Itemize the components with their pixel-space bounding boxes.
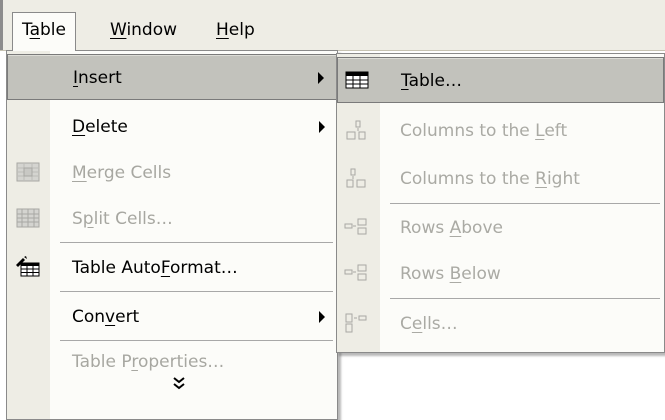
merge-cells-icon bbox=[15, 161, 41, 183]
menubar-window-label-b: indow bbox=[126, 20, 178, 40]
submenu-cells-label-accel: e bbox=[411, 314, 423, 334]
menu-item-convert-label-accel: v bbox=[105, 307, 116, 327]
submenu-rows-above-label-b: bove bbox=[461, 218, 503, 238]
submenu-columns-left-label-b: eft bbox=[544, 121, 568, 141]
submenu-rows-below-label-b: elow bbox=[461, 264, 501, 284]
menu-item-split-label-a: S bbox=[72, 209, 83, 229]
submenu-columns-left-label-a: Columns to the bbox=[400, 121, 536, 141]
menu-item-autoformat-label-b: ormat… bbox=[170, 258, 238, 278]
submenu-rows-above-label-accel: A bbox=[449, 218, 462, 238]
submenu-table-label-accel: T bbox=[401, 71, 409, 91]
submenu-table-label-b: able… bbox=[408, 71, 462, 91]
expand-menu-chevron-icon[interactable] bbox=[172, 376, 186, 395]
submenu-item-columns-left[interactable]: Columns to the Left bbox=[337, 108, 664, 154]
submenu-item-rows-below[interactable]: Rows Below bbox=[337, 251, 664, 297]
split-cells-icon bbox=[15, 207, 41, 229]
menu-item-delete[interactable]: Delete bbox=[7, 104, 337, 150]
submenu-separator bbox=[390, 203, 660, 204]
menu-item-delete-label-accel: D bbox=[72, 117, 86, 137]
menubar-window[interactable]: Window bbox=[101, 12, 186, 48]
menu-item-convert[interactable]: Convert bbox=[7, 294, 337, 340]
submenu-columns-right-label-a: Columns to the bbox=[400, 169, 536, 189]
menu-item-merge-label-accel: M bbox=[72, 163, 87, 183]
submenu-columns-left-label-accel: L bbox=[535, 121, 545, 141]
submenu-arrow-icon bbox=[318, 72, 324, 84]
menu-item-convert-label-b: ert bbox=[115, 307, 140, 327]
menu-item-split-label-b: lit Cells… bbox=[93, 209, 173, 229]
menu-bar: Table Window Help bbox=[0, 0, 665, 51]
submenu-separator bbox=[390, 298, 660, 299]
menu-item-properties-label-b: operties… bbox=[137, 352, 225, 372]
submenu-item-rows-above[interactable]: Rows Above bbox=[337, 205, 664, 251]
menu-item-merge-label-b: erge Cells bbox=[86, 163, 172, 183]
menu-item-delete-label-b: elete bbox=[85, 117, 128, 137]
menu-item-split-cells[interactable]: Split Cells… bbox=[7, 196, 337, 242]
table-menu: Insert Delete Merge Cells Split Cells… T… bbox=[6, 50, 338, 420]
insert-cells-icon bbox=[343, 312, 369, 334]
menu-item-convert-label-a: Con bbox=[72, 307, 106, 327]
submenu-columns-right-label-b: ight bbox=[546, 169, 580, 189]
menubar-table[interactable]: Table bbox=[12, 12, 76, 51]
menubar-window-label-accel: W bbox=[110, 20, 127, 40]
menu-item-insert[interactable]: Insert bbox=[7, 54, 337, 100]
submenu-rows-below-label-accel: B bbox=[449, 264, 462, 284]
insert-submenu: Table… Columns to the Left Columns to th… bbox=[336, 53, 665, 353]
table-autoformat-icon bbox=[15, 256, 41, 278]
menu-item-autoformat-label-accel: F bbox=[160, 258, 171, 278]
submenu-item-table[interactable]: Table… bbox=[337, 57, 664, 103]
submenu-rows-below-label-a: Rows bbox=[400, 264, 450, 284]
submenu-cells-label-a: C bbox=[400, 314, 412, 334]
menu-item-properties-label-accel: r bbox=[131, 352, 138, 372]
menu-separator bbox=[60, 291, 333, 292]
menu-item-insert-label-b: nsert bbox=[78, 68, 122, 88]
columns-left-icon bbox=[343, 119, 369, 141]
menu-item-split-label-accel: p bbox=[82, 209, 94, 229]
menubar-table-label-b: ble bbox=[40, 20, 66, 40]
submenu-arrow-icon bbox=[319, 121, 325, 133]
menubar-help-label-b: elp bbox=[228, 20, 255, 40]
menu-item-merge-cells[interactable]: Merge Cells bbox=[7, 150, 337, 196]
submenu-item-columns-right[interactable]: Columns to the Right bbox=[337, 156, 664, 202]
columns-right-icon bbox=[343, 167, 369, 189]
menubar-help[interactable]: Help bbox=[207, 12, 264, 48]
submenu-cells-label-b: lls… bbox=[422, 314, 458, 334]
menubar-table-label-a: T bbox=[22, 20, 30, 40]
menu-separator bbox=[60, 340, 333, 341]
menubar-help-label-accel: H bbox=[216, 20, 229, 40]
menu-item-properties-label-a: Table P bbox=[72, 352, 132, 372]
submenu-rows-above-label-a: Rows bbox=[400, 218, 450, 238]
menubar-table-label-accel: a bbox=[29, 20, 40, 40]
rows-above-icon bbox=[343, 216, 369, 238]
submenu-arrow-icon bbox=[319, 311, 325, 323]
submenu-columns-right-label-accel: R bbox=[535, 169, 547, 189]
menu-separator bbox=[60, 242, 333, 243]
rows-below-icon bbox=[343, 262, 369, 284]
menu-item-autoformat-label-a: Table Auto bbox=[72, 258, 161, 278]
insert-table-icon bbox=[344, 69, 370, 91]
window-edge bbox=[0, 0, 3, 50]
submenu-item-cells[interactable]: Cells… bbox=[337, 301, 664, 347]
menu-item-table-autoformat[interactable]: Table AutoFormat… bbox=[7, 245, 337, 291]
